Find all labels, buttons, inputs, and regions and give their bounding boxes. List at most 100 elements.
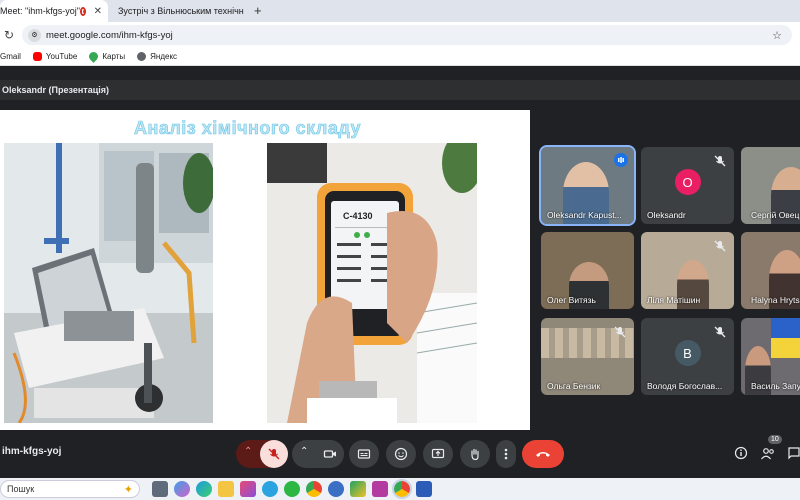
microphone-toggle-button[interactable] — [260, 440, 288, 468]
word-icon[interactable] — [416, 481, 432, 497]
camera-icon — [323, 450, 336, 458]
mic-off-icon — [714, 326, 726, 338]
camera-control-group: ⌃ — [292, 440, 344, 468]
bookmark-star-icon[interactable]: ☆ — [772, 29, 782, 42]
network-app-icon[interactable] — [328, 481, 344, 497]
participant-tile[interactable]: B Володя Богослав... — [641, 318, 734, 395]
slide-title: Аналіз хімічного складу — [133, 118, 361, 139]
participant-name: Ліля Матішин — [647, 295, 701, 305]
participant-count-badge: 10 — [768, 435, 782, 444]
end-call-icon — [536, 452, 550, 457]
camera-toggle-button[interactable] — [316, 440, 344, 468]
bookmark-youtube[interactable]: YouTube — [32, 52, 78, 61]
participant-name: Halyna Hryts — [751, 295, 800, 305]
participant-tile[interactable]: Сергій Овець — [741, 147, 800, 224]
participant-tile[interactable]: Олег Витязь — [541, 232, 634, 309]
photo-handheld-analyzer: C-4130 — [267, 143, 477, 423]
bookmark-gmail[interactable]: Gmail — [0, 52, 21, 61]
participant-tile[interactable]: O Oleksandr — [641, 147, 734, 224]
participant-tile[interactable]: Ліля Матішин — [641, 232, 734, 309]
tab-meet[interactable]: Meet: "ihm-kfgs-yoj" ✕ — [0, 0, 108, 22]
photos-icon[interactable] — [240, 481, 256, 497]
edge-icon[interactable] — [196, 481, 212, 497]
meeting-info-icon[interactable] — [734, 446, 748, 460]
close-tab-icon[interactable]: ✕ — [94, 6, 102, 17]
participant-tile[interactable]: Oleksandr Kapust... — [539, 145, 636, 226]
reactions-button[interactable] — [386, 440, 416, 468]
windows-taskbar: Пошук ✦ — [0, 478, 800, 500]
photo-spectrometer-station — [4, 143, 213, 423]
participant-name: Василь Запу — [751, 381, 800, 391]
search-placeholder: Пошук — [7, 484, 35, 494]
participants-button[interactable]: 10 — [760, 435, 782, 463]
url-text: meet.google.com/ihm-kfgs-yoj — [46, 29, 173, 41]
bookmark-label: YouTube — [45, 52, 78, 61]
present-screen-button[interactable] — [423, 440, 453, 468]
globe-icon — [137, 52, 147, 61]
bookmark-maps[interactable]: Карты — [87, 50, 126, 63]
reload-icon[interactable]: ↻ — [0, 28, 18, 42]
address-bar[interactable]: ⚙ meet.google.com/ihm-kfgs-yoj ☆ — [22, 25, 792, 45]
audio-options-chevron-icon[interactable]: ⌃ — [244, 446, 252, 457]
tab-title: Meet: "ihm-kfgs-yoj" — [0, 6, 80, 16]
bookmarks-bar: Gmail YouTube Карты Яндекс — [0, 48, 800, 66]
recording-icon — [79, 6, 86, 16]
mic-off-icon — [714, 155, 726, 167]
participant-tile[interactable]: Halyna Hryts — [741, 232, 800, 309]
participant-name: Oleksandr Kapust... — [547, 210, 622, 220]
presentation-header: Oleksandr (Презентація) — [0, 80, 800, 100]
new-tab-button[interactable]: + — [254, 0, 262, 22]
captions-icon — [357, 449, 371, 459]
more-options-button[interactable] — [496, 440, 516, 468]
maps-app-icon[interactable] — [350, 481, 366, 497]
participant-name: Олег Витязь — [547, 295, 596, 305]
task-view-icon[interactable] — [152, 481, 168, 497]
tab-vilnius[interactable]: Зустріч з Вільнюським технічн ✕ — [108, 0, 246, 22]
bookmark-label: Яндекс — [150, 52, 178, 61]
more-vertical-icon — [504, 448, 508, 460]
chrome-icon[interactable] — [306, 481, 322, 497]
mic-off-icon — [268, 448, 280, 460]
mic-off-icon — [714, 240, 726, 252]
video-options-chevron-icon[interactable]: ⌃ — [300, 446, 308, 457]
youtube-icon — [32, 52, 42, 61]
taskbar-search-input[interactable]: Пошук ✦ — [0, 480, 140, 498]
browser-toolbar: ↻ ⚙ meet.google.com/ihm-kfgs-yoj ☆ — [0, 22, 800, 48]
leave-call-button[interactable] — [522, 440, 564, 468]
presentation-slide: Аналіз хімічного складу C-4130 — [0, 110, 530, 430]
present-screen-icon — [431, 448, 445, 459]
tab-title: Зустріч з Вільнюським технічн — [118, 6, 244, 16]
meeting-code: ihm-kfgs-yoj — [2, 446, 62, 457]
participant-avatar: O — [674, 169, 701, 195]
file-explorer-icon[interactable] — [218, 481, 234, 497]
participant-name: Володя Богослав... — [647, 381, 723, 391]
sparkle-icon: ✦ — [123, 483, 133, 496]
participant-tile[interactable]: Ольга Бензик — [541, 318, 634, 395]
whatsapp-icon[interactable] — [284, 481, 300, 497]
participant-avatar: B — [674, 340, 701, 366]
maps-pin-icon — [87, 50, 101, 63]
device-screen-reading: C-4130 — [343, 211, 373, 221]
mic-control-group: ⌃ — [236, 440, 288, 468]
bookmark-label: Карты — [102, 52, 126, 61]
save-app-icon[interactable] — [372, 481, 388, 497]
chat-icon[interactable] — [787, 446, 800, 460]
participant-name: Oleksandr — [647, 210, 686, 220]
hand-icon — [471, 448, 479, 461]
chrome-active-icon[interactable] — [392, 479, 412, 499]
site-info-icon[interactable]: ⚙ — [28, 28, 41, 42]
participant-name: Сергій Овець — [751, 210, 800, 220]
speaking-indicator-icon — [614, 153, 628, 167]
participant-name: Ольга Бензик — [547, 381, 601, 391]
telegram-icon[interactable] — [262, 481, 278, 497]
raise-hand-button[interactable] — [460, 440, 490, 468]
tab-strip: Meet: "ihm-kfgs-yoj" ✕ Зустріч з Вільнюс… — [0, 0, 800, 22]
copilot-icon[interactable] — [174, 481, 190, 497]
captions-button[interactable] — [349, 440, 379, 468]
bookmark-yandex[interactable]: Яндекс — [137, 52, 177, 61]
mic-off-icon — [614, 326, 626, 338]
bookmark-label: Gmail — [0, 52, 21, 61]
participant-tile[interactable]: Василь Запу — [741, 318, 800, 395]
emoji-icon — [394, 447, 408, 461]
people-icon — [761, 448, 774, 460]
